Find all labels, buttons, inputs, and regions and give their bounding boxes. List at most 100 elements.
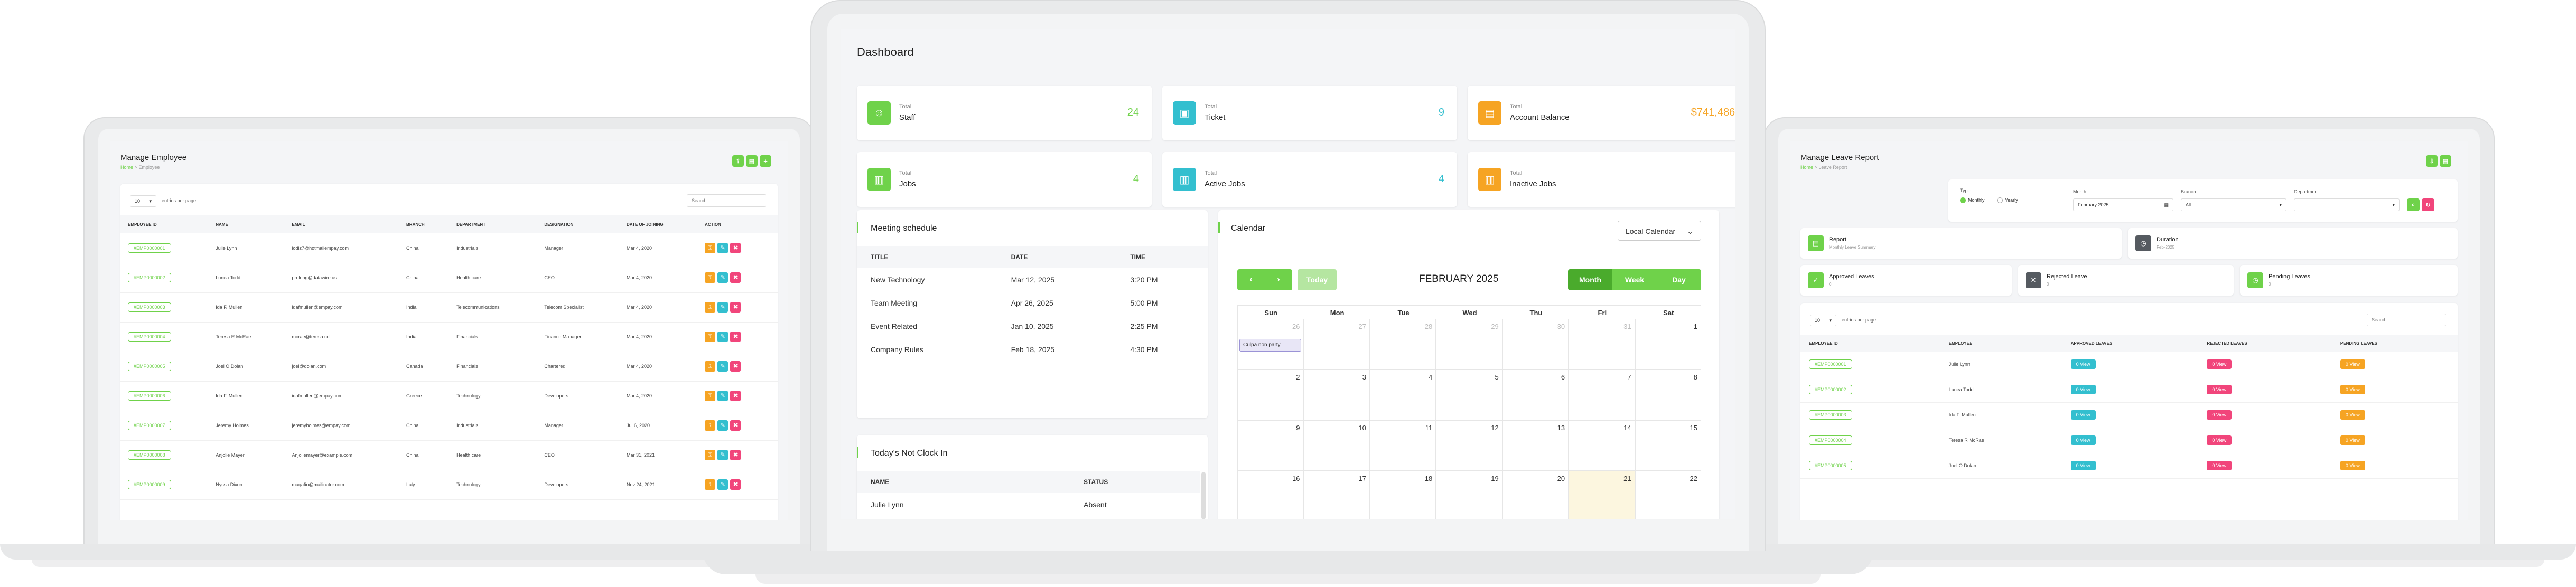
- column-header[interactable]: EMAIL: [284, 215, 399, 233]
- calendar-event[interactable]: Culpa non party: [1239, 339, 1302, 352]
- calendar-day[interactable]: 17: [1303, 471, 1370, 519]
- day-number: 8: [1693, 373, 1697, 381]
- employee-id-badge[interactable]: #EMP0000003: [128, 302, 171, 312]
- view-day-button[interactable]: Day: [1657, 269, 1701, 290]
- breadcrumb-home[interactable]: Home: [120, 165, 133, 170]
- column-header[interactable]: DEPARTMENT: [449, 215, 537, 233]
- view-leaves-button[interactable]: 0 View: [2070, 410, 2096, 420]
- calendar-day[interactable]: 21: [1569, 471, 1635, 519]
- view-leaves-button[interactable]: 0 View: [2340, 461, 2365, 470]
- calendar-day[interactable]: 2: [1237, 370, 1304, 420]
- column-header[interactable]: DATE OF JOINING: [619, 215, 697, 233]
- employee-id-badge[interactable]: #EMP0000009: [128, 480, 171, 489]
- employee-id-badge[interactable]: #EMP0000002: [128, 273, 171, 282]
- calendar-day[interactable]: 15: [1635, 420, 1701, 471]
- view-leaves-button[interactable]: 0 View: [2340, 435, 2365, 445]
- calendar-day[interactable]: 14: [1569, 420, 1635, 471]
- calendar-day[interactable]: 7: [1569, 370, 1635, 420]
- reset-filter-button[interactable]: ↻: [2422, 198, 2434, 211]
- month-label: Month: [2073, 189, 2087, 194]
- stat-card[interactable]: ▥ Total Active Jobs 4: [1162, 152, 1457, 207]
- stat-card[interactable]: ▣ Total Ticket 9: [1162, 86, 1457, 140]
- calendar-day[interactable]: 13: [1502, 420, 1569, 471]
- stat-card[interactable]: ▥TotalInactive Jobs0: [1468, 152, 1735, 207]
- employee-id-badge[interactable]: #EMP0000006: [128, 391, 171, 401]
- column-header[interactable]: APPROVED LEAVES: [2062, 335, 2199, 352]
- calendar-day[interactable]: 5: [1436, 370, 1502, 420]
- day-number: 10: [1358, 424, 1366, 432]
- calendar-day[interactable]: 30: [1502, 319, 1569, 370]
- view-leaves-button[interactable]: 0 View: [2207, 359, 2232, 369]
- calendar-day[interactable]: 9: [1237, 420, 1304, 471]
- export-button[interactable]: ▤: [2440, 155, 2451, 167]
- view-leaves-button[interactable]: 0 View: [2070, 385, 2096, 394]
- view-leaves-button[interactable]: 0 View: [2340, 410, 2365, 420]
- calendar-day[interactable]: 10: [1303, 420, 1370, 471]
- table-row[interactable]: Event Related Jan 10, 2025 2:25 PM: [857, 315, 1208, 338]
- stat-card[interactable]: ☺ Total Staff 24: [857, 86, 1152, 140]
- calendar-day[interactable]: 6: [1502, 370, 1569, 420]
- calendar-day[interactable]: 3: [1303, 370, 1370, 420]
- calendar-day[interactable]: 4: [1369, 370, 1436, 420]
- table-row[interactable]: Team Meeting Apr 26, 2025 5:00 PM: [857, 291, 1208, 315]
- calendar-day[interactable]: 12: [1436, 420, 1502, 471]
- view-leaves-button[interactable]: 0 View: [2070, 461, 2096, 470]
- table-row[interactable]: Company Rules Feb 18, 2025 4:30 PM: [857, 338, 1208, 361]
- column-header[interactable]: EMPLOYEE ID: [120, 215, 208, 233]
- view-leaves-button[interactable]: 0 View: [2070, 359, 2096, 369]
- table-cell: Telecom Specialist: [537, 292, 619, 322]
- column-header[interactable]: EMPLOYEE: [1940, 335, 2062, 352]
- download-button[interactable]: ⇩: [2426, 155, 2438, 167]
- calendar-day[interactable]: 20: [1502, 471, 1569, 519]
- calendar-day[interactable]: 11: [1369, 420, 1436, 471]
- calendar-day[interactable]: 27: [1303, 319, 1370, 370]
- view-week-button[interactable]: Week: [1612, 269, 1657, 290]
- calendar-day[interactable]: 22: [1635, 471, 1701, 519]
- employee-id-badge[interactable]: #EMP0000005: [128, 362, 171, 371]
- employee-id-badge[interactable]: #EMP0000007: [128, 421, 171, 430]
- view-leaves-button[interactable]: 0 View: [2207, 461, 2232, 470]
- calendar-day[interactable]: 18: [1369, 471, 1436, 519]
- view-month-button[interactable]: Month: [1568, 269, 1612, 290]
- employee-id-badge[interactable]: #EMP0000004: [128, 332, 171, 342]
- column-header[interactable]: REJECTED LEAVES: [2198, 335, 2332, 352]
- stat-card[interactable]: ▤ Total Account Balance $741,486.00: [1468, 86, 1735, 140]
- view-leaves-button[interactable]: 0 View: [2340, 359, 2365, 369]
- calendar-day[interactable]: 16: [1237, 471, 1304, 519]
- scrollbar[interactable]: [1201, 472, 1206, 519]
- prev-month-button[interactable]: ‹: [1237, 269, 1265, 290]
- calendar-day[interactable]: 29: [1436, 319, 1502, 370]
- calendar-select[interactable]: Local Calendar ⌄: [1618, 221, 1701, 241]
- radio-yearly[interactable]: Yearly: [1997, 197, 2018, 204]
- entries-select[interactable]: 10 ▾: [130, 195, 156, 207]
- branch-select[interactable]: All ▾: [2181, 198, 2286, 211]
- column-header[interactable]: NAME: [208, 215, 284, 233]
- employee-id-badge[interactable]: #EMP0000001: [128, 243, 171, 253]
- cell-text: Health care: [456, 275, 481, 280]
- radio-monthly[interactable]: Monthly: [1960, 197, 1985, 204]
- column-header[interactable]: DESIGNATION: [537, 215, 619, 233]
- column-header[interactable]: PENDING LEAVES: [2332, 335, 2458, 352]
- leave-count: 0: [2076, 361, 2079, 367]
- today-button[interactable]: Today: [1298, 269, 1337, 290]
- calendar-day[interactable]: 31: [1569, 319, 1635, 370]
- employee-id-badge[interactable]: #EMP0000008: [128, 450, 171, 460]
- view-leaves-button[interactable]: 0 View: [2070, 435, 2096, 445]
- view-leaves-button[interactable]: 0 View: [2340, 385, 2365, 394]
- column-header[interactable]: BRANCH: [399, 215, 449, 233]
- calendar-day[interactable]: 28: [1369, 319, 1436, 370]
- view-leaves-button[interactable]: 0 View: [2207, 385, 2232, 394]
- next-month-button[interactable]: ›: [1265, 269, 1292, 290]
- column-header: TITLE: [871, 253, 889, 261]
- month-input[interactable]: February 2025 ▦: [2073, 198, 2173, 211]
- search-input[interactable]: [2367, 314, 2446, 326]
- calendar-day[interactable]: 1: [1635, 319, 1701, 370]
- stat-card[interactable]: ▥ Total Jobs 4: [857, 152, 1152, 207]
- department-select[interactable]: ▾: [2294, 198, 2400, 211]
- calendar-day[interactable]: 19: [1436, 471, 1502, 519]
- apply-filter-button[interactable]: ⌕: [2407, 198, 2420, 211]
- table-row[interactable]: New Technology Mar 12, 2025 3:20 PM: [857, 268, 1208, 291]
- view-leaves-button[interactable]: 0 View: [2207, 435, 2232, 445]
- calendar-day[interactable]: 8: [1635, 370, 1701, 420]
- view-leaves-button[interactable]: 0 View: [2207, 410, 2232, 420]
